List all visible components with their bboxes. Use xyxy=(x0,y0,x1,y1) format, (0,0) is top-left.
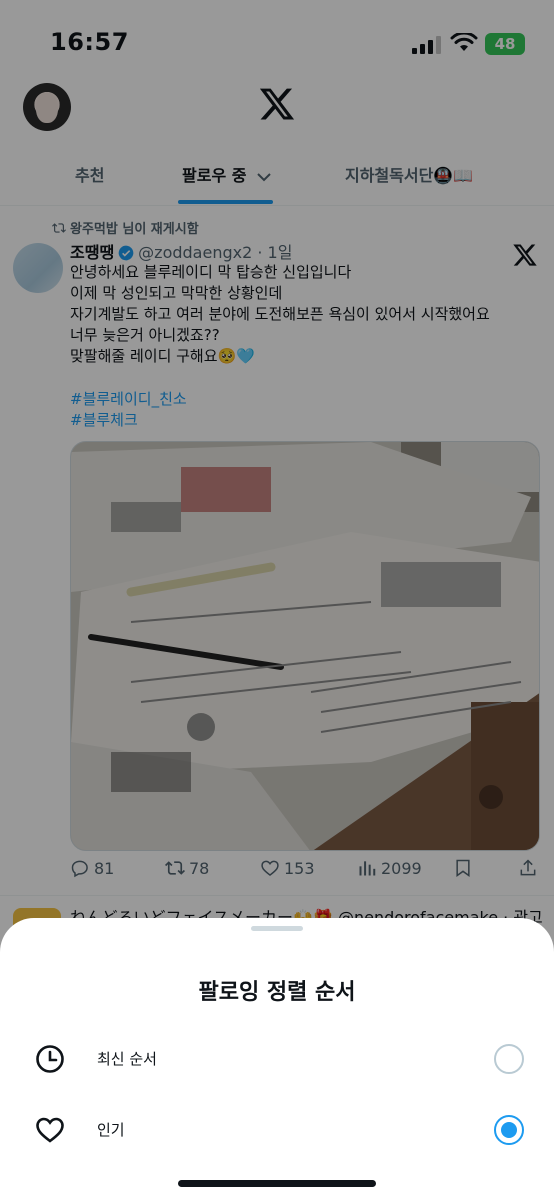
home-indicator[interactable] xyxy=(178,1180,376,1187)
heart-icon xyxy=(36,1117,64,1143)
sheet-grabber[interactable] xyxy=(251,926,303,931)
sort-option-latest[interactable]: 최신 순서 xyxy=(0,1028,554,1088)
radio-latest[interactable] xyxy=(494,1044,524,1074)
clock-icon xyxy=(36,1045,64,1073)
sort-option-label: 인기 xyxy=(97,1121,125,1139)
sort-option-label: 최신 순서 xyxy=(97,1050,157,1068)
sheet-title: 팔로잉 정렬 순서 xyxy=(198,980,356,1005)
radio-popular[interactable] xyxy=(494,1115,524,1145)
sort-option-popular[interactable]: 인기 xyxy=(0,1099,554,1159)
sort-order-sheet: 팔로잉 정렬 순서 최신 순서 인기 xyxy=(0,918,554,1200)
